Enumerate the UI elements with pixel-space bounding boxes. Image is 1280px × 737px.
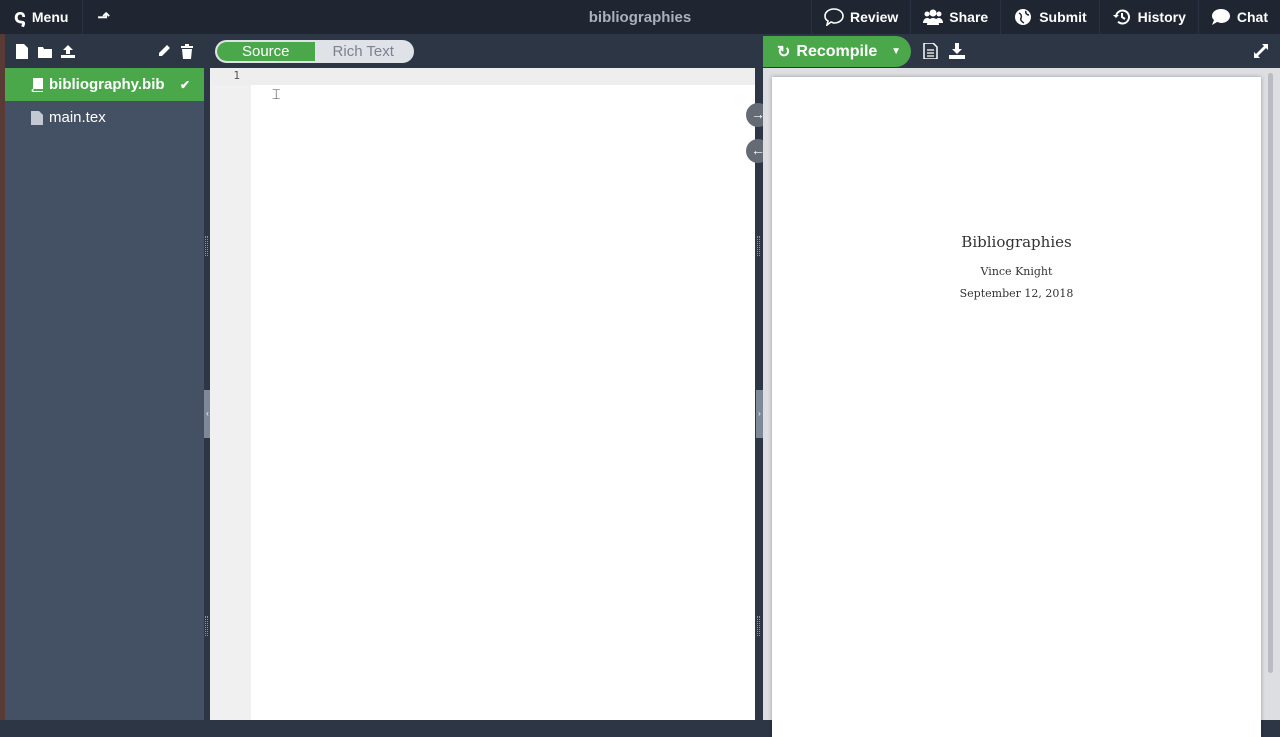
pdf-page: Bibliographies Vince Knight September 12… <box>772 77 1261 737</box>
pdf-toolbar: ↻ Recompile ▼ <box>763 34 1280 68</box>
line-number: 1 <box>233 69 240 82</box>
history-button[interactable]: History <box>1098 0 1198 34</box>
up-arrow-icon: ⬏ <box>97 9 110 26</box>
text-cursor-icon: ⌶ <box>272 86 281 102</box>
top-bar: 𝛓 Menu ⬏ bibliographies Review Share Sub… <box>0 0 1280 34</box>
chevron-down-icon[interactable]: ✔ <box>180 78 190 92</box>
code-editor[interactable]: 1 ⌶ <box>210 68 755 720</box>
pdf-scrollbar[interactable] <box>1268 73 1273 673</box>
recompile-options-caret-icon[interactable]: ▼ <box>891 46 901 57</box>
source-mode-button[interactable]: Source <box>217 42 315 61</box>
chat-icon <box>1211 9 1230 25</box>
resize-grip[interactable] <box>757 236 760 256</box>
recompile-button[interactable]: ↻ Recompile ▼ <box>763 36 911 67</box>
editor-mode-toggle: Source Rich Text <box>215 40 414 63</box>
review-button[interactable]: Review <box>811 0 910 34</box>
delete-icon[interactable] <box>180 43 194 59</box>
collapse-pdf-toggle[interactable]: › <box>756 390 763 438</box>
share-button[interactable]: Share <box>910 0 1000 34</box>
new-folder-icon[interactable] <box>38 44 52 59</box>
menu-label: Menu <box>31 9 69 25</box>
share-label: Share <box>949 9 989 25</box>
file-tree-toolbar <box>5 34 204 68</box>
line-gutter <box>210 68 251 720</box>
document-title: Bibliographies <box>961 233 1072 251</box>
history-icon <box>1112 9 1130 25</box>
chat-button[interactable]: Chat <box>1197 0 1280 34</box>
rename-icon[interactable] <box>157 44 171 59</box>
resize-grip[interactable] <box>205 236 208 256</box>
users-icon <box>923 9 944 25</box>
document-date: September 12, 2018 <box>959 287 1074 300</box>
view-logs-icon[interactable] <box>922 43 938 59</box>
recompile-label: Recompile <box>796 42 878 60</box>
review-label: Review <box>850 9 899 25</box>
editor-toolbar: Source Rich Text <box>210 34 760 68</box>
review-icon <box>824 8 844 26</box>
submit-button[interactable]: Submit <box>1000 0 1098 34</box>
history-label: History <box>1137 9 1186 25</box>
file-item-main-tex[interactable]: main.tex <box>5 101 204 134</box>
resize-grip[interactable] <box>757 616 760 636</box>
globe-icon <box>1015 9 1032 25</box>
book-icon <box>31 77 43 92</box>
menu-button[interactable]: 𝛓 Menu <box>0 0 84 34</box>
back-to-projects-button[interactable]: ⬏ <box>83 8 124 26</box>
file-icon <box>31 110 43 125</box>
expand-icon[interactable] <box>1253 43 1269 59</box>
overleaf-logo-icon: 𝛓 <box>14 5 26 28</box>
upload-icon[interactable] <box>61 44 75 59</box>
file-tree: bibliography.bib ✔ main.tex <box>5 34 204 720</box>
refresh-icon: ↻ <box>777 43 791 61</box>
file-name: main.tex <box>49 109 106 126</box>
pdf-preview[interactable]: Bibliographies Vince Knight September 12… <box>763 68 1280 737</box>
file-name: bibliography.bib <box>49 76 165 93</box>
active-line <box>210 68 755 85</box>
document-author: Vince Knight <box>980 265 1053 278</box>
chat-label: Chat <box>1236 9 1268 25</box>
download-pdf-icon[interactable] <box>949 43 965 59</box>
new-file-icon[interactable] <box>15 43 29 59</box>
file-item-bibliography-bib[interactable]: bibliography.bib ✔ <box>5 68 204 101</box>
rich-text-mode-button[interactable]: Rich Text <box>315 42 413 61</box>
resize-grip[interactable] <box>205 616 208 636</box>
submit-label: Submit <box>1039 9 1087 25</box>
